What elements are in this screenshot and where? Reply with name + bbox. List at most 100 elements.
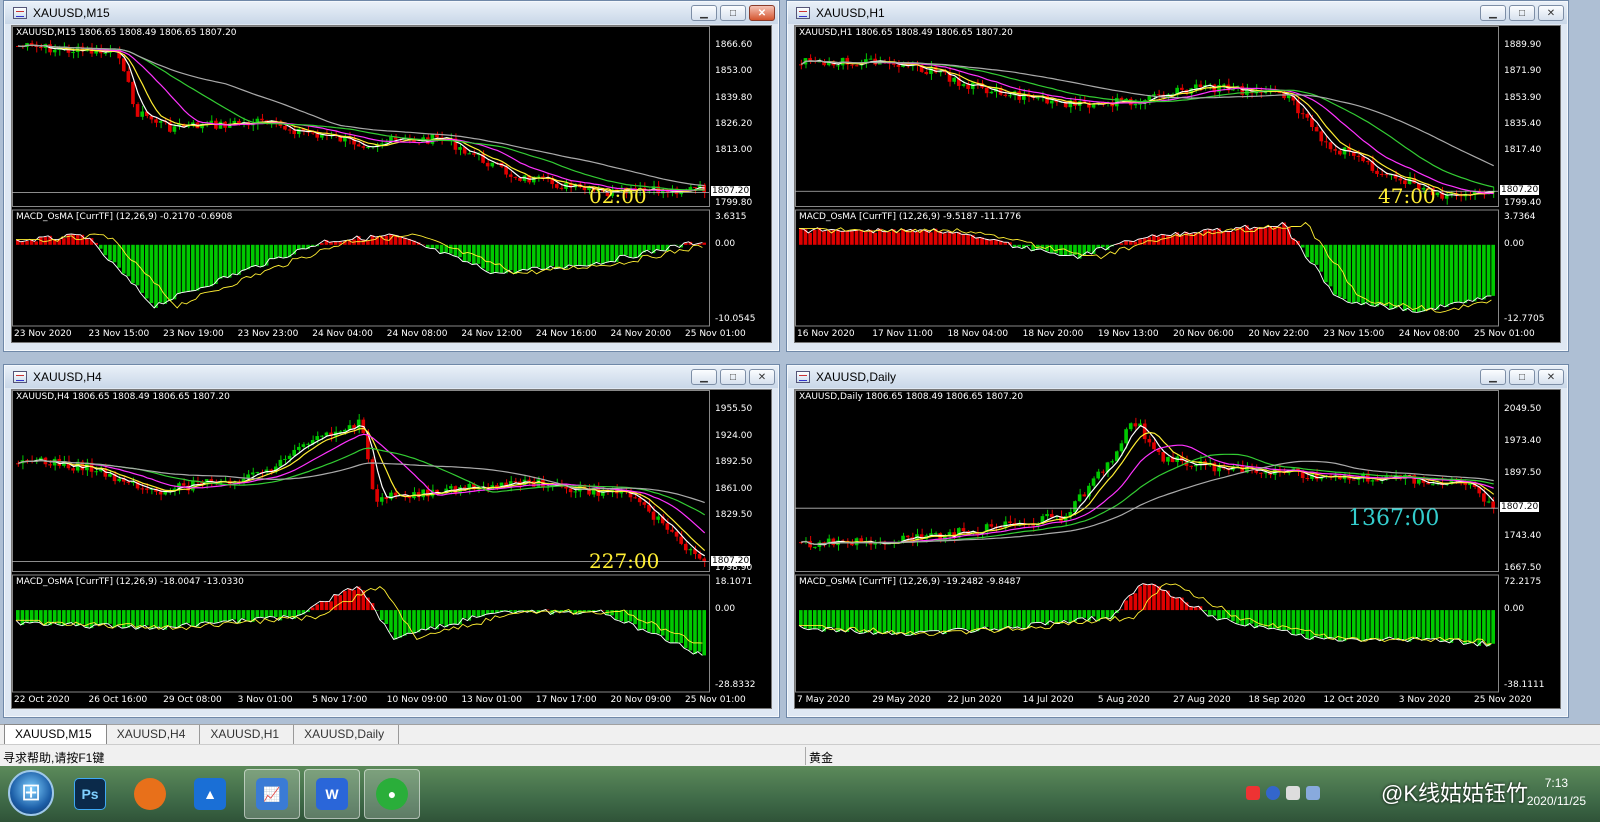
candle-body bbox=[1430, 484, 1435, 486]
window-titlebar[interactable]: XAUUSD,H1 ▁ □ ✕ bbox=[788, 2, 1567, 24]
minimize-button[interactable]: ▁ bbox=[1480, 369, 1506, 385]
window-titlebar[interactable]: XAUUSD,Daily ▁ □ ✕ bbox=[788, 366, 1567, 388]
macd-bar bbox=[121, 610, 126, 629]
ma-green-line bbox=[18, 44, 705, 191]
macd-bar bbox=[994, 610, 998, 629]
macd-bar bbox=[485, 244, 490, 272]
chart-window-h1[interactable]: XAUUSD,H1 ▁ □ ✕ XAUUSD,H1 1806.65 1808.4… bbox=[786, 0, 1569, 352]
macd-bar bbox=[1221, 610, 1226, 619]
macd-info-header: MACD_OsMA [CurrTF] (12,26,9) -18.0047 -1… bbox=[16, 577, 244, 587]
maximize-button[interactable]: □ bbox=[1509, 5, 1535, 21]
macd-bar bbox=[887, 231, 891, 245]
minimize-button[interactable]: ▁ bbox=[1480, 5, 1506, 21]
close-button[interactable]: ✕ bbox=[749, 5, 775, 21]
chart-window-m15[interactable]: XAUUSD,M15 ▁ □ ✕ XAUUSD,M15 1806.65 1808… bbox=[3, 0, 780, 352]
close-button[interactable]: ✕ bbox=[1538, 5, 1564, 21]
macd-bar bbox=[1282, 610, 1286, 631]
candle-body bbox=[674, 531, 679, 537]
tab-xauusd-h4[interactable]: XAUUSD,H4 bbox=[106, 725, 201, 744]
macd-bar bbox=[817, 610, 822, 629]
tab-xauusd-daily[interactable]: XAUUSD,Daily bbox=[294, 725, 400, 744]
candle-body bbox=[324, 432, 329, 436]
macd-bar bbox=[1440, 244, 1444, 305]
close-button[interactable]: ✕ bbox=[749, 369, 775, 385]
candle-body bbox=[1045, 514, 1049, 517]
start-button[interactable] bbox=[8, 770, 54, 816]
candle-body bbox=[158, 121, 163, 123]
price-axis-label: 1924.00 bbox=[715, 430, 753, 441]
macd-bar bbox=[1240, 610, 1245, 626]
macd-bar bbox=[34, 241, 39, 245]
time-axis-label: 24 Nov 12:00 bbox=[461, 329, 523, 339]
macd-bar bbox=[1338, 244, 1342, 297]
system-clock[interactable]: 7:13 2020/11/25 bbox=[1527, 774, 1586, 810]
macd-bar bbox=[1277, 226, 1282, 245]
minimize-button[interactable]: ▁ bbox=[691, 369, 717, 385]
maximize-button[interactable]: □ bbox=[720, 369, 746, 385]
candle-body bbox=[131, 81, 135, 105]
macd-bar bbox=[975, 238, 980, 245]
candle-body bbox=[140, 488, 144, 490]
taskbar-app-orange[interactable] bbox=[122, 769, 178, 819]
chart-window-daily[interactable]: XAUUSD,Daily ▁ □ ✕ XAUUSD,Daily 1806.65 … bbox=[786, 364, 1569, 718]
macd-bar bbox=[924, 230, 929, 245]
candle-body bbox=[1305, 478, 1310, 480]
macd-bar bbox=[25, 240, 29, 245]
macd-bar bbox=[536, 244, 541, 268]
candle-body bbox=[508, 174, 513, 177]
taskbar-app-wps[interactable]: W bbox=[304, 769, 360, 819]
maximize-button[interactable]: □ bbox=[720, 5, 746, 21]
network-icon[interactable] bbox=[1286, 786, 1300, 800]
taskbar-app-metatrader[interactable]: 📈 bbox=[244, 769, 300, 819]
macd-bar bbox=[1477, 610, 1482, 646]
minimize-button[interactable]: ▁ bbox=[691, 5, 717, 21]
macd-bar bbox=[80, 610, 85, 624]
macd-bar bbox=[896, 610, 901, 634]
macd-bar bbox=[1379, 244, 1384, 304]
macd-bar bbox=[195, 244, 200, 291]
taskbar-app-wechat[interactable]: ● bbox=[364, 769, 420, 819]
chart-area[interactable]: XAUUSD,H4 1806.65 1808.49 1806.65 1807.2… bbox=[11, 389, 772, 709]
candle-body bbox=[850, 543, 854, 546]
maximize-button[interactable]: □ bbox=[1509, 369, 1535, 385]
macd-bar bbox=[656, 244, 660, 250]
volume-icon[interactable] bbox=[1306, 786, 1320, 800]
chart-info-header: XAUUSD,Daily 1806.65 1808.49 1806.65 180… bbox=[799, 392, 1024, 402]
candle-countdown-timer: 47:00 bbox=[1378, 184, 1436, 208]
candle-body bbox=[1189, 465, 1193, 467]
chart-info-header: XAUUSD,H4 1806.65 1808.49 1806.65 1807.2… bbox=[16, 392, 230, 402]
taskbar-app-photoshop[interactable]: Ps bbox=[62, 769, 118, 819]
macd-bar bbox=[1203, 229, 1207, 245]
window-titlebar[interactable]: XAUUSD,H4 ▁ □ ✕ bbox=[5, 366, 778, 388]
candle-body bbox=[564, 486, 568, 489]
taskbar-app-blue[interactable]: ▲ bbox=[182, 769, 238, 819]
candle-body bbox=[301, 444, 306, 447]
candle-body bbox=[1356, 155, 1361, 157]
sogou-icon[interactable] bbox=[1246, 786, 1260, 800]
close-button[interactable]: ✕ bbox=[1538, 369, 1564, 385]
candle-body bbox=[1073, 501, 1077, 512]
chart-window-h4[interactable]: XAUUSD,H4 ▁ □ ✕ XAUUSD,H4 1806.65 1808.4… bbox=[3, 364, 780, 718]
window-title: XAUUSD,H4 bbox=[33, 370, 102, 384]
macd-bar bbox=[223, 610, 227, 621]
candle-body bbox=[71, 51, 75, 53]
chart-area[interactable]: XAUUSD,Daily 1806.65 1808.49 1806.65 180… bbox=[794, 389, 1561, 709]
tab-xauusd-h1[interactable]: XAUUSD,H1 bbox=[200, 725, 295, 744]
time-axis-label: 25 Nov 01:00 bbox=[685, 695, 746, 705]
macd-bar bbox=[232, 244, 237, 274]
candle-body bbox=[297, 128, 301, 135]
price-axis-label: 1892.50 bbox=[715, 457, 753, 467]
time-axis-label: 24 Nov 08:00 bbox=[386, 329, 448, 339]
macd-bar bbox=[126, 244, 131, 277]
chart-area[interactable]: XAUUSD,M15 1806.65 1808.49 1806.65 1807.… bbox=[11, 25, 772, 343]
chart-area[interactable]: XAUUSD,H1 1806.65 1808.49 1806.65 1807.2… bbox=[794, 25, 1561, 343]
window-titlebar[interactable]: XAUUSD,M15 ▁ □ ✕ bbox=[5, 2, 778, 24]
macd-bar bbox=[1161, 234, 1166, 245]
macd-bar bbox=[1482, 610, 1486, 642]
tab-xauusd-m15[interactable]: XAUUSD,M15 bbox=[4, 724, 107, 744]
time-axis-label: 18 Nov 20:00 bbox=[1022, 329, 1084, 339]
candle-body bbox=[1305, 113, 1310, 118]
help-icon[interactable] bbox=[1266, 786, 1280, 800]
candle-body bbox=[1008, 521, 1012, 523]
candle-body bbox=[1110, 461, 1114, 463]
